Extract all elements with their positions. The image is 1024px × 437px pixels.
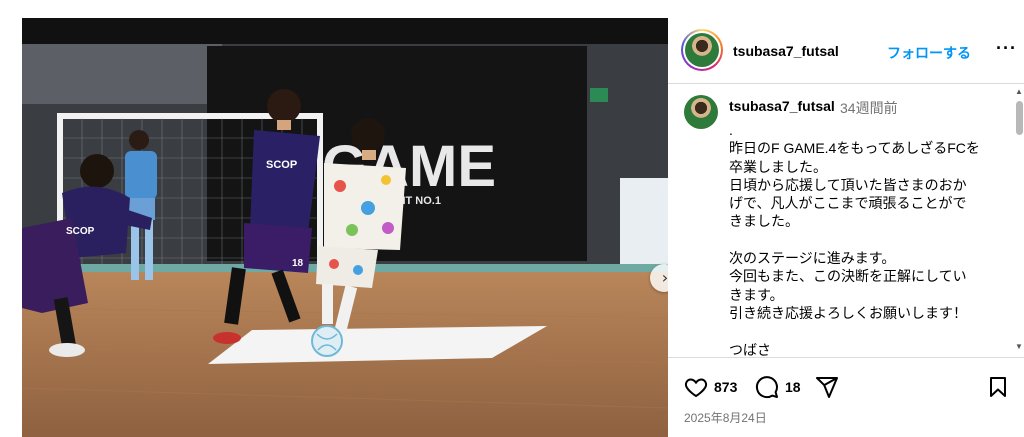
save-button[interactable] [986, 375, 1010, 399]
avatar-inner [683, 31, 721, 69]
caption-line: 昨日のF GAME.4をもってあしざるFCを [729, 140, 980, 157]
caption-line: げで、凡人がここまで頑張ることがで [729, 195, 967, 212]
like-count: 873 [714, 379, 738, 395]
share-button[interactable] [815, 375, 839, 399]
comment-button[interactable]: 18 [755, 375, 801, 399]
caption-text: . 昨日のF GAME.4をもってあしざるFCを 卒業しました。 日頃から応援し… [729, 121, 999, 357]
jersey-number: 18 [292, 258, 304, 269]
caption-timestamp[interactable]: 34週間前 [840, 98, 898, 118]
caption-username[interactable]: tsubasa7_futsal [729, 98, 835, 114]
share-icon [816, 377, 838, 398]
caption-line: . [729, 122, 733, 138]
post-date[interactable]: 2025年8月24日 [684, 409, 767, 426]
scroll-thumb[interactable] [1016, 101, 1023, 135]
caption-line: 卒業しました。 [729, 158, 827, 175]
caption-section: tsubasa7_futsal 34週間前 . 昨日のF GAME.4をもってあ… [668, 85, 1024, 357]
story-ring-avatar[interactable] [681, 29, 723, 71]
jersey-text-middle: SCOP [266, 159, 297, 171]
caption-line: きました。 [729, 213, 799, 230]
post-actions: 873 18 2025年8月24日 [668, 357, 1024, 437]
caption-line: きます。 [729, 286, 784, 303]
caption-line: 日頃から応援して頂いた皆さまのおか [729, 176, 967, 193]
comment-count: 18 [785, 379, 801, 395]
bookmark-icon [990, 377, 1006, 397]
avatar-image [685, 33, 719, 67]
caption-line [729, 322, 999, 340]
more-options-icon[interactable]: ··· [996, 38, 1017, 59]
scroll-up-icon[interactable]: ▲ [1015, 87, 1023, 96]
caption-line: 引き続き応援よろしくお願いします！ [729, 304, 967, 321]
caption-line [729, 231, 999, 249]
heart-icon [684, 378, 708, 398]
follow-button[interactable]: フォローする [887, 43, 971, 63]
caption-line: 次のステージに進みます。 [729, 250, 896, 267]
like-button[interactable]: 873 [684, 375, 737, 399]
post-header: tsubasa7_futsal フォローする ··· [668, 18, 1024, 84]
header-username[interactable]: tsubasa7_futsal [733, 43, 839, 59]
caption-line: 今回もまた、この決断を正解にしてい [729, 268, 967, 285]
caption-avatar[interactable] [684, 95, 718, 129]
comment-icon [755, 376, 778, 399]
jersey-text-left: SCOP [66, 226, 95, 237]
post-details-pane: tsubasa7_futsal フォローする ··· tsubasa7_futs… [668, 18, 1024, 437]
caption-line: つばさ [729, 341, 771, 357]
scroll-down-icon[interactable]: ▼ [1015, 342, 1023, 351]
futsal-match-image: GAME MAKE IT NO.1 SCOP SCOP 18 [22, 18, 668, 437]
instagram-post-view: GAME MAKE IT NO.1 SCOP SCOP 18 › tsubasa… [0, 0, 1024, 437]
caption-scrollbar[interactable]: ▲ ▼ [1014, 85, 1024, 357]
post-photo[interactable]: GAME MAKE IT NO.1 SCOP SCOP 18 › [22, 18, 668, 437]
